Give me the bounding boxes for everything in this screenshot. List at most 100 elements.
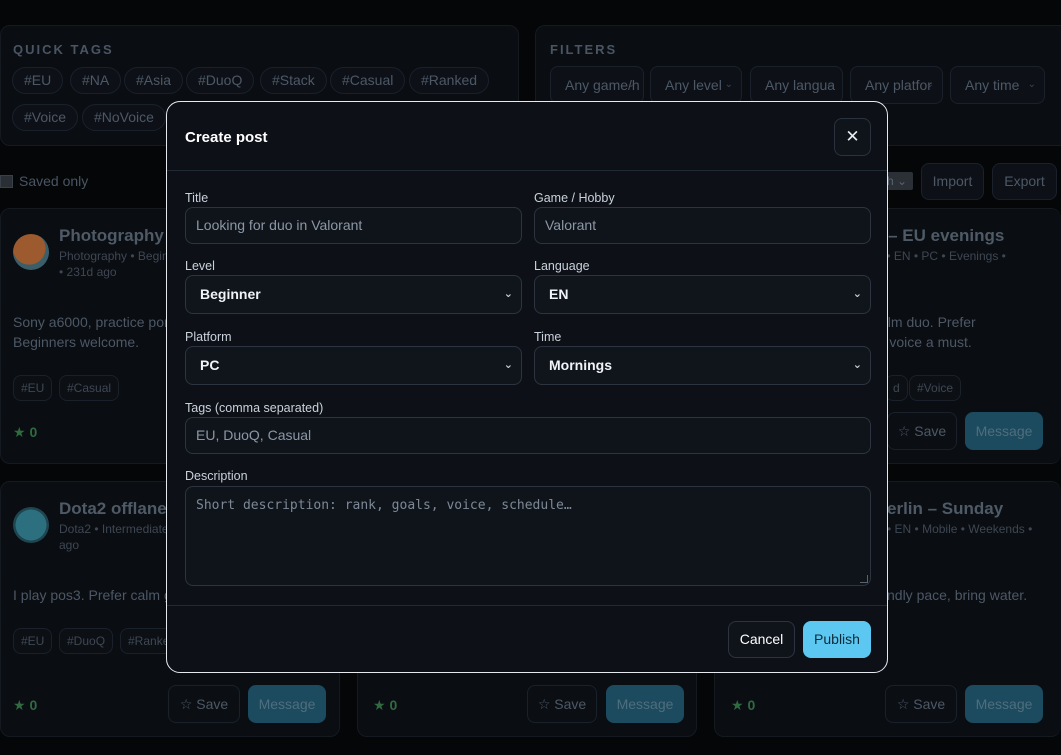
save-button[interactable]: ☆ Save bbox=[527, 685, 597, 723]
divider bbox=[167, 605, 887, 606]
card-description-line: Sony a6000, practice por bbox=[13, 314, 169, 330]
card-tag[interactable]: #Casual bbox=[59, 375, 120, 401]
card-rating: ★ 0 bbox=[731, 697, 756, 713]
export-button[interactable]: Export bbox=[992, 163, 1057, 200]
card-tag[interactable]: #EU bbox=[13, 628, 53, 654]
tag-chip-ranked[interactable]: #Ranked bbox=[409, 67, 490, 94]
save-button[interactable]: ☆ Save bbox=[885, 685, 957, 723]
platform-value: PC bbox=[200, 357, 220, 373]
tag-chip-na[interactable]: #NA bbox=[70, 67, 122, 94]
message-button[interactable]: Message bbox=[248, 685, 326, 723]
tag-chip-asia[interactable]: #Asia bbox=[124, 67, 184, 94]
tag-chip-stack[interactable]: #Stack bbox=[260, 67, 327, 94]
card-description: ndly pace, bring water. bbox=[887, 587, 1028, 603]
message-button[interactable]: Message bbox=[965, 685, 1043, 723]
card-meta: te • EN • PC • Evenings • bbox=[873, 249, 1006, 263]
card-tag[interactable]: #Voice bbox=[909, 375, 962, 401]
card-description: I play pos3. Prefer calm g bbox=[13, 587, 172, 603]
resize-handle-icon[interactable] bbox=[860, 575, 868, 583]
message-button[interactable]: Message bbox=[606, 685, 684, 723]
tag-chip-voice[interactable]: #Voice bbox=[12, 104, 79, 131]
platform-label: Platform bbox=[185, 330, 232, 344]
chevron-down-icon: ⌄ bbox=[852, 288, 862, 300]
avatar bbox=[13, 234, 49, 270]
filter-language-select[interactable]: Any langua ⌄ bbox=[750, 66, 843, 104]
card-description-line: Beginners welcome. bbox=[13, 334, 140, 350]
tag-chip-duoq[interactable]: #DuoQ bbox=[186, 67, 255, 94]
card-title: o – EU evenings bbox=[873, 226, 1005, 245]
language-label: Language bbox=[534, 259, 590, 273]
card-rating: ★ 0 bbox=[13, 424, 38, 440]
chevron-down-icon: ⌄ bbox=[925, 79, 934, 90]
card-title: Dota2 offlane bbox=[59, 499, 167, 518]
card-description: calm duo. Prefer rd voice a must. bbox=[873, 312, 976, 352]
message-button[interactable]: Message bbox=[965, 412, 1043, 450]
title-label: Title bbox=[185, 191, 209, 205]
chevron-down-icon: ⌄ bbox=[724, 79, 733, 90]
time-select[interactable]: Mornings ⌄ bbox=[534, 346, 871, 385]
time-value: Mornings bbox=[549, 357, 612, 373]
checkbox[interactable] bbox=[0, 175, 13, 188]
filter-platform-select[interactable]: Any platfor ⌄ bbox=[850, 66, 943, 104]
chevron-down-icon: ⌄ bbox=[503, 288, 513, 300]
cancel-button[interactable]: Cancel bbox=[728, 621, 795, 658]
card-meta-age: ago bbox=[59, 538, 80, 552]
save-button[interactable]: ☆ Save bbox=[887, 412, 957, 450]
game-label: Game / Hobby bbox=[534, 191, 615, 205]
create-post-dialog: Create post ✕ Title Looking for duo in V… bbox=[166, 101, 888, 673]
card-tag[interactable]: #EU bbox=[13, 375, 53, 401]
card-title: erlin – Sunday bbox=[887, 499, 1004, 518]
card-rating: ★ 0 bbox=[373, 697, 398, 713]
card-meta: • EN • Mobile • Weekends • bbox=[887, 522, 1033, 536]
card-meta-age: • 231d ago bbox=[59, 265, 117, 279]
close-icon: ✕ bbox=[845, 127, 860, 146]
tag-chip-casual[interactable]: #Casual bbox=[330, 67, 406, 94]
language-select[interactable]: EN ⌄ bbox=[534, 275, 871, 314]
filters-title: FILTERS bbox=[550, 42, 618, 57]
filter-level-value: Any level bbox=[665, 77, 722, 93]
description-textarea[interactable]: Short description: rank, goals, voice, s… bbox=[185, 486, 871, 586]
card-meta: Photography • Begin bbox=[59, 249, 169, 263]
chevron-down-icon: ⌄ bbox=[825, 79, 834, 90]
quick-tags-title: QUICK TAGS bbox=[13, 42, 114, 57]
filter-level-select[interactable]: Any level ⌄ bbox=[650, 66, 742, 104]
time-label: Time bbox=[534, 330, 562, 344]
level-select[interactable]: Beginner ⌄ bbox=[185, 275, 522, 314]
save-button[interactable]: ☆ Save bbox=[168, 685, 240, 723]
card-rating: ★ 0 bbox=[13, 697, 38, 713]
card-title: Photography w bbox=[59, 226, 182, 245]
filter-time-select[interactable]: Any time ⌄ bbox=[950, 66, 1045, 104]
card-description-line: calm duo. Prefer bbox=[873, 314, 976, 330]
chevron-down-icon: ⌄ bbox=[852, 359, 862, 371]
avatar bbox=[13, 507, 49, 543]
filter-time-value: Any time bbox=[965, 77, 1020, 93]
dialog-title: Create post bbox=[185, 129, 268, 146]
level-label: Level bbox=[185, 259, 215, 273]
card-meta: Dota2 • Intermediate bbox=[59, 522, 169, 536]
filter-platform-value: Any platfor bbox=[865, 77, 932, 93]
filter-game-select[interactable]: Any game/h ⌄ bbox=[550, 66, 644, 104]
card-description-line: rd voice a must. bbox=[873, 334, 972, 350]
import-button[interactable]: Import bbox=[921, 163, 984, 200]
tag-chip-novoice[interactable]: #NoVoice bbox=[82, 104, 166, 131]
card-tag[interactable]: d bbox=[885, 375, 908, 401]
tags-input[interactable]: EU, DuoQ, Casual bbox=[185, 417, 871, 454]
publish-button[interactable]: Publish bbox=[803, 621, 871, 658]
sort-value: h bbox=[887, 174, 894, 188]
close-button[interactable]: ✕ bbox=[834, 118, 871, 156]
game-input[interactable]: Valorant bbox=[534, 207, 871, 244]
filter-language-value: Any langua bbox=[765, 77, 836, 93]
sort-select[interactable]: h ⌄ bbox=[886, 172, 913, 190]
chevron-down-icon: ⌄ bbox=[503, 359, 513, 371]
saved-only-toggle[interactable]: Saved only bbox=[0, 173, 88, 189]
description-placeholder: Short description: rank, goals, voice, s… bbox=[196, 498, 572, 513]
card-tag[interactable]: #DuoQ bbox=[59, 628, 114, 654]
chevron-down-icon: ⌄ bbox=[1027, 79, 1036, 90]
description-label: Description bbox=[185, 469, 248, 483]
title-input[interactable]: Looking for duo in Valorant bbox=[185, 207, 522, 244]
saved-only-label: Saved only bbox=[19, 173, 89, 189]
card-description: Sony a6000, practice por Beginners welcom… bbox=[13, 312, 169, 352]
platform-select[interactable]: PC ⌄ bbox=[185, 346, 522, 385]
tags-label: Tags (comma separated) bbox=[185, 401, 324, 415]
tag-chip-eu[interactable]: #EU bbox=[12, 67, 64, 94]
